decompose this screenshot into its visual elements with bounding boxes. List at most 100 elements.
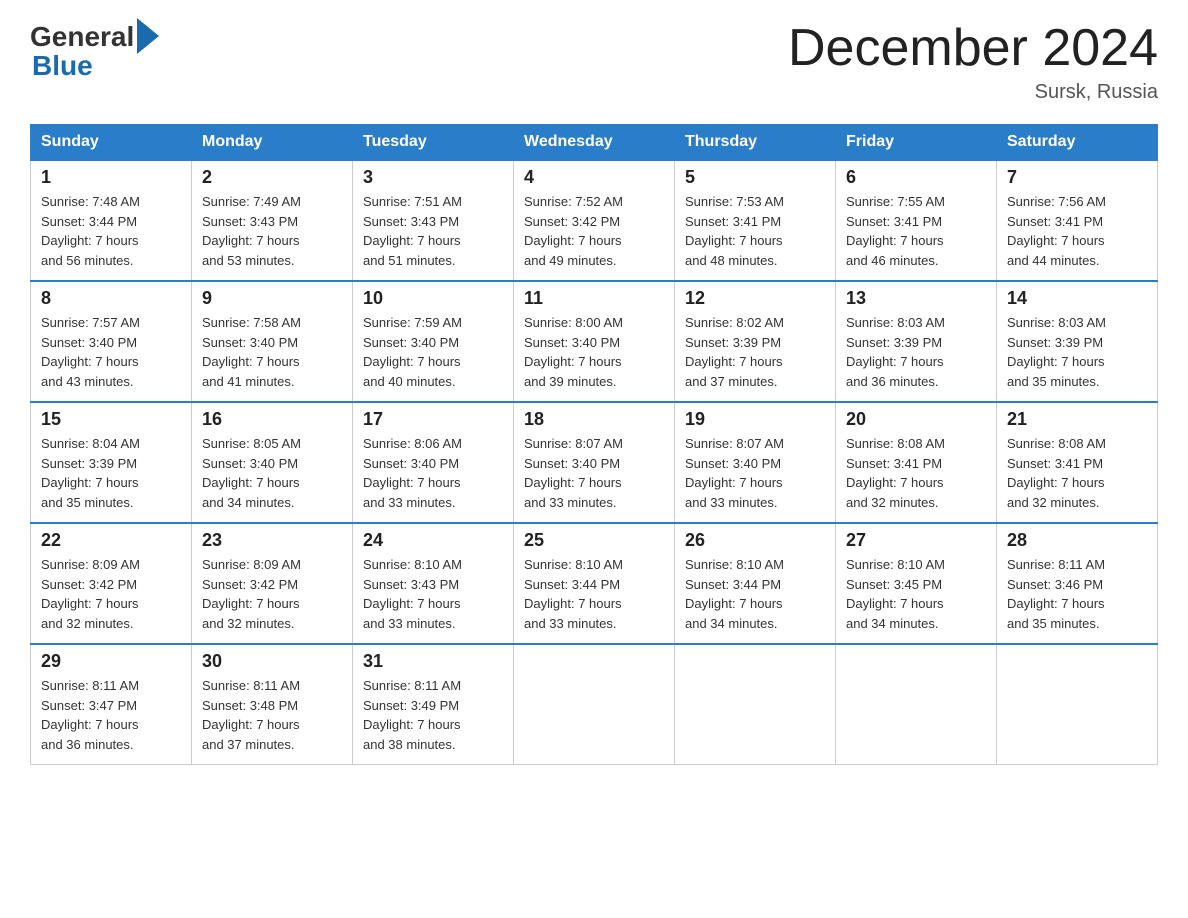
day-number: 6 [846,167,986,188]
calendar-week-row: 1Sunrise: 7:48 AM Sunset: 3:44 PM Daylig… [31,160,1158,281]
day-info: Sunrise: 7:59 AM Sunset: 3:40 PM Dayligh… [363,313,503,391]
header-wednesday: Wednesday [514,125,675,161]
days-of-week-row: SundayMondayTuesdayWednesdayThursdayFrid… [31,125,1158,161]
calendar-cell: 8 Sunrise: 7:57 AM Sunset: 3:40 PM Daylig… [31,281,192,402]
day-info: Sunrise: 7:53 AM Sunset: 3:41 PM Dayligh… [685,192,825,270]
header-sunday: Sunday [31,125,192,161]
calendar-table: SundayMondayTuesdayWednesdayThursdayFrid… [30,124,1158,765]
calendar-cell: 31 Sunrise: 8:11 AM Sunset: 3:49 PM Dayli… [353,644,514,765]
calendar-cell: 13 Sunrise: 8:03 AM Sunset: 3:39 PM Dayli… [836,281,997,402]
day-number: 30 [202,651,342,672]
calendar-cell: 19Sunrise: 8:07 AM Sunset: 3:40 PM Dayli… [675,402,836,523]
calendar-body: 1Sunrise: 7:48 AM Sunset: 3:44 PM Daylig… [31,160,1158,765]
day-info: Sunrise: 7:57 AM Sunset: 3:40 PM Dayligh… [41,313,181,391]
logo: General Blue [30,20,159,82]
header-thursday: Thursday [675,125,836,161]
logo-arrow-icon [137,18,159,54]
day-number: 12 [685,288,825,309]
calendar-cell: 21Sunrise: 8:08 AM Sunset: 3:41 PM Dayli… [997,402,1158,523]
day-info: Sunrise: 7:58 AM Sunset: 3:40 PM Dayligh… [202,313,342,391]
day-number: 28 [1007,530,1147,551]
header-saturday: Saturday [997,125,1158,161]
calendar-cell: 14Sunrise: 8:03 AM Sunset: 3:39 PM Dayli… [997,281,1158,402]
calendar-cell: 1Sunrise: 7:48 AM Sunset: 3:44 PM Daylig… [31,160,192,281]
calendar-cell: 11 Sunrise: 8:00 AM Sunset: 3:40 PM Dayli… [514,281,675,402]
day-number: 20 [846,409,986,430]
calendar-cell: 30 Sunrise: 8:11 AM Sunset: 3:48 PM Dayli… [192,644,353,765]
calendar-cell: 29 Sunrise: 8:11 AM Sunset: 3:47 PM Dayli… [31,644,192,765]
day-number: 15 [41,409,181,430]
title-section: December 2024 Sursk, Russia [788,20,1158,104]
page-header: General Blue December 2024 Sursk, Russia [30,20,1158,104]
logo-blue-text: Blue [32,50,93,82]
day-info: Sunrise: 8:10 AM Sunset: 3:44 PM Dayligh… [524,555,664,633]
day-info: Sunrise: 7:52 AM Sunset: 3:42 PM Dayligh… [524,192,664,270]
day-number: 17 [363,409,503,430]
day-number: 24 [363,530,503,551]
day-info: Sunrise: 8:00 AM Sunset: 3:40 PM Dayligh… [524,313,664,391]
day-number: 25 [524,530,664,551]
day-info: Sunrise: 7:51 AM Sunset: 3:43 PM Dayligh… [363,192,503,270]
day-info: Sunrise: 8:06 AM Sunset: 3:40 PM Dayligh… [363,434,503,512]
day-number: 16 [202,409,342,430]
day-number: 11 [524,288,664,309]
day-number: 3 [363,167,503,188]
day-number: 19 [685,409,825,430]
day-info: Sunrise: 8:03 AM Sunset: 3:39 PM Dayligh… [846,313,986,391]
calendar-cell: 25 Sunrise: 8:10 AM Sunset: 3:44 PM Dayli… [514,523,675,644]
main-title: December 2024 [788,20,1158,77]
calendar-cell: 23Sunrise: 8:09 AM Sunset: 3:42 PM Dayli… [192,523,353,644]
calendar-cell: 4 Sunrise: 7:52 AM Sunset: 3:42 PM Daylig… [514,160,675,281]
calendar-cell [997,644,1158,765]
day-number: 10 [363,288,503,309]
day-info: Sunrise: 8:11 AM Sunset: 3:49 PM Dayligh… [363,676,503,754]
calendar-cell: 20 Sunrise: 8:08 AM Sunset: 3:41 PM Dayli… [836,402,997,523]
header-monday: Monday [192,125,353,161]
calendar-cell: 10 Sunrise: 7:59 AM Sunset: 3:40 PM Dayli… [353,281,514,402]
calendar-week-row: 15 Sunrise: 8:04 AM Sunset: 3:39 PM Dayli… [31,402,1158,523]
day-info: Sunrise: 8:10 AM Sunset: 3:45 PM Dayligh… [846,555,986,633]
calendar-cell: 27Sunrise: 8:10 AM Sunset: 3:45 PM Dayli… [836,523,997,644]
day-number: 31 [363,651,503,672]
day-info: Sunrise: 8:02 AM Sunset: 3:39 PM Dayligh… [685,313,825,391]
calendar-week-row: 29 Sunrise: 8:11 AM Sunset: 3:47 PM Dayli… [31,644,1158,765]
calendar-cell: 5Sunrise: 7:53 AM Sunset: 3:41 PM Daylig… [675,160,836,281]
calendar-cell: 18 Sunrise: 8:07 AM Sunset: 3:40 PM Dayli… [514,402,675,523]
calendar-cell: 24 Sunrise: 8:10 AM Sunset: 3:43 PM Dayli… [353,523,514,644]
calendar-cell [675,644,836,765]
calendar-week-row: 8 Sunrise: 7:57 AM Sunset: 3:40 PM Daylig… [31,281,1158,402]
day-number: 21 [1007,409,1147,430]
day-number: 13 [846,288,986,309]
calendar-cell: 26Sunrise: 8:10 AM Sunset: 3:44 PM Dayli… [675,523,836,644]
logo-general-text: General [30,21,134,53]
day-number: 29 [41,651,181,672]
calendar-cell: 9Sunrise: 7:58 AM Sunset: 3:40 PM Daylig… [192,281,353,402]
day-number: 2 [202,167,342,188]
day-info: Sunrise: 8:07 AM Sunset: 3:40 PM Dayligh… [524,434,664,512]
calendar-cell: 22Sunrise: 8:09 AM Sunset: 3:42 PM Dayli… [31,523,192,644]
day-info: Sunrise: 8:04 AM Sunset: 3:39 PM Dayligh… [41,434,181,512]
day-info: Sunrise: 8:08 AM Sunset: 3:41 PM Dayligh… [846,434,986,512]
day-info: Sunrise: 8:05 AM Sunset: 3:40 PM Dayligh… [202,434,342,512]
day-info: Sunrise: 8:10 AM Sunset: 3:43 PM Dayligh… [363,555,503,633]
calendar-cell: 3 Sunrise: 7:51 AM Sunset: 3:43 PM Daylig… [353,160,514,281]
day-number: 7 [1007,167,1147,188]
day-info: Sunrise: 8:09 AM Sunset: 3:42 PM Dayligh… [202,555,342,633]
day-info: Sunrise: 8:11 AM Sunset: 3:48 PM Dayligh… [202,676,342,754]
day-info: Sunrise: 7:49 AM Sunset: 3:43 PM Dayligh… [202,192,342,270]
calendar-cell: 12 Sunrise: 8:02 AM Sunset: 3:39 PM Dayli… [675,281,836,402]
calendar-cell: 28 Sunrise: 8:11 AM Sunset: 3:46 PM Dayli… [997,523,1158,644]
day-info: Sunrise: 8:10 AM Sunset: 3:44 PM Dayligh… [685,555,825,633]
calendar-week-row: 22Sunrise: 8:09 AM Sunset: 3:42 PM Dayli… [31,523,1158,644]
day-number: 18 [524,409,664,430]
day-number: 8 [41,288,181,309]
calendar-cell: 6Sunrise: 7:55 AM Sunset: 3:41 PM Daylig… [836,160,997,281]
day-info: Sunrise: 8:09 AM Sunset: 3:42 PM Dayligh… [41,555,181,633]
day-number: 14 [1007,288,1147,309]
day-number: 4 [524,167,664,188]
calendar-header: SundayMondayTuesdayWednesdayThursdayFrid… [31,125,1158,161]
day-info: Sunrise: 8:11 AM Sunset: 3:47 PM Dayligh… [41,676,181,754]
header-tuesday: Tuesday [353,125,514,161]
day-info: Sunrise: 8:11 AM Sunset: 3:46 PM Dayligh… [1007,555,1147,633]
calendar-cell: 16 Sunrise: 8:05 AM Sunset: 3:40 PM Dayli… [192,402,353,523]
